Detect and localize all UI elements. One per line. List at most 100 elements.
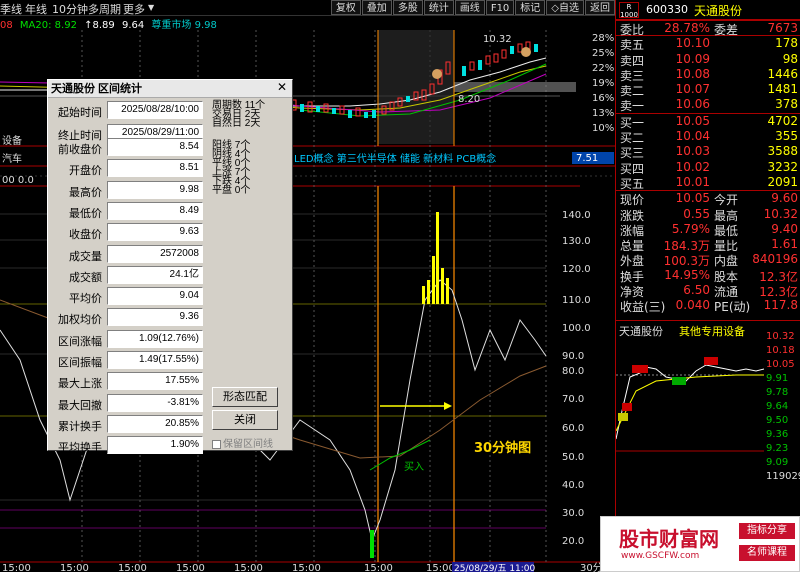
stat-field-label: 最大上涨 — [58, 378, 102, 391]
ma1-value: 08 — [0, 20, 13, 31]
stat-field-value[interactable]: 9.36 — [107, 308, 203, 327]
btn-overlay[interactable]: 叠加 — [361, 0, 392, 15]
bid-row[interactable]: 买三 10.03 3588 — [616, 144, 800, 160]
r-badge: R 1000 — [619, 2, 639, 19]
stat-field-label: 最大回撤 — [58, 399, 102, 412]
stat-field-value[interactable]: -3.81% — [107, 393, 203, 412]
stat-field-value[interactable]: 1.09(12.76%) — [107, 329, 203, 348]
svg-text:25%: 25% — [592, 48, 614, 59]
stat-field-label: 最低价 — [69, 207, 102, 220]
concept-line[interactable]: LED概念 第三代半导体 储能 新材料 PCB概念 — [294, 152, 496, 165]
stat-field-label: 起始时间 — [58, 107, 102, 119]
btn-f10[interactable]: F10 — [485, 0, 515, 15]
btn-stats[interactable]: 统计 — [423, 0, 454, 15]
stat-field-value[interactable]: 1.49(17.55%) — [107, 351, 203, 369]
volume-axis: 140.0 130.0 120.0 110.0 100.0 90.0 80.0 … — [562, 210, 591, 547]
tab-season[interactable]: 季线 — [0, 1, 22, 17]
mini-price-label: 10.18 — [766, 345, 795, 356]
ask-row[interactable]: 卖四 10.09 98 — [616, 52, 800, 68]
pattern-match-button[interactable]: 形态匹配 — [212, 387, 278, 407]
stat-field-value[interactable]: 1.90% — [107, 436, 203, 455]
coin-icon — [521, 47, 531, 57]
svg-text:90.0: 90.0 — [562, 351, 584, 362]
mini-price-label: 10.32 — [766, 331, 795, 342]
svg-text:28%: 28% — [592, 33, 614, 44]
zero-label: 00 0.0 — [2, 175, 34, 186]
ask-row[interactable]: 卖一 10.06 378 — [616, 97, 800, 113]
pct-axis: 28% 25% 22% 19% 16% 13% 10% — [592, 33, 614, 134]
stat-field-value[interactable]: 20.85% — [107, 414, 203, 433]
bid-row[interactable]: 买五 10.01 2091 — [616, 175, 800, 191]
quote-stat-row: 净资 6.50 流通 12.3亿 — [620, 283, 798, 300]
site-watermark: 股市财富网 www.GSCFW.com 指标分享 名师课程 — [600, 516, 800, 572]
buy-signal-label: 买入 — [404, 461, 424, 473]
svg-text:110.0: 110.0 — [562, 295, 591, 306]
dialog-title-bar[interactable]: 天通股份 区间统计 ✕ — [48, 80, 292, 98]
intraday-mini-chart[interactable]: 天通股份 其他专用设备 10.32 10.18 10.05 9.91 9.78 9.64 9… — [616, 320, 800, 510]
svg-text:22%: 22% — [592, 63, 614, 74]
stat-field-label: 加权均价 — [58, 314, 102, 327]
stat-field-value[interactable]: 9.63 — [107, 223, 203, 242]
interval-stats-dialog[interactable]: 天通股份 区间统计 ✕ 起始时间 2025/08/28/10:00 终止时间 2025… — [47, 79, 293, 455]
btn-watchlist[interactable]: ◇自选 — [546, 0, 584, 15]
mini-price-label: 9.64 — [766, 401, 789, 412]
tab-10min[interactable]: 10分钟 — [52, 1, 88, 17]
stat-field-value[interactable]: 8.54 — [107, 138, 203, 156]
watermark-logo: 股市财富网 — [619, 527, 719, 551]
industry-text: 设备 — [2, 134, 22, 147]
keep-interval-checkbox[interactable]: 保留区间线 — [212, 435, 273, 450]
concept-left: 汽车 — [2, 152, 22, 165]
btn-multi-stock[interactable]: 多股 — [392, 0, 423, 15]
quote-stat-row: 收益(三) 0.040 PE(动) 117.8 — [620, 298, 798, 315]
bid-row[interactable]: 买四 10.02 3232 — [616, 160, 800, 176]
stat-field-label: 区间涨幅 — [58, 335, 102, 348]
svg-text:50.0: 50.0 — [562, 452, 584, 463]
quote-stat-row: 现价 10.05 今开 9.60 — [620, 191, 798, 208]
ask-row[interactable]: 卖五 10.10 178 — [616, 36, 800, 52]
svg-text:100.0: 100.0 — [562, 323, 591, 334]
svg-text:70.0: 70.0 — [562, 394, 584, 405]
btn-back[interactable]: 返回 — [585, 0, 615, 15]
btn-draw-line[interactable]: 画线 — [454, 0, 485, 15]
watermark-url: www.GSCFW.com — [621, 551, 700, 561]
stat-field-value[interactable]: 8.51 — [107, 159, 203, 178]
more-dropdown-icon[interactable]: ▼ — [148, 3, 154, 12]
stat-field-value[interactable]: 9.04 — [107, 287, 203, 306]
svg-text:16%: 16% — [592, 93, 614, 104]
close-icon[interactable]: ✕ — [275, 81, 289, 95]
tab-multi-period[interactable]: 多周期 — [88, 1, 121, 17]
stock-name: 天通股份 — [694, 4, 743, 18]
stat-field-value[interactable]: 17.55% — [107, 372, 203, 391]
svg-text:15:00: 15:00 — [176, 563, 205, 572]
price-high-label: 10.32 — [483, 34, 512, 45]
dialog-title: 天通股份 区间统计 — [51, 83, 143, 95]
chart-note: 30分钟图 — [474, 440, 531, 456]
concept-value: 7.51 — [576, 153, 598, 164]
stat-field-value[interactable]: 9.98 — [107, 180, 203, 199]
bid-row[interactable]: 买二 10.04 355 — [616, 129, 800, 145]
stat-field-label: 平均价 — [69, 293, 102, 306]
stat-field-value[interactable]: 2572008 — [107, 244, 203, 263]
tab-more[interactable]: 更多 — [123, 1, 145, 17]
svg-text:130.0: 130.0 — [562, 236, 591, 247]
svg-text:10%: 10% — [592, 123, 614, 134]
btn-mark[interactable]: 标记 — [515, 0, 546, 15]
close-button[interactable]: 关闭 — [212, 410, 278, 430]
svg-text:15:00: 15:00 — [2, 563, 31, 572]
watermark-tag-course: 名师课程 — [739, 545, 795, 561]
stat-field-value[interactable]: 2025/08/28/10:00 — [107, 101, 203, 119]
svg-text:15:00: 15:00 — [234, 563, 263, 572]
stat-field-value[interactable]: 8.49 — [107, 201, 203, 220]
tab-year[interactable]: 年线 — [25, 1, 47, 17]
stat-field-label: 收盘价 — [69, 229, 102, 242]
btn-fuquan[interactable]: 复权 — [330, 0, 361, 15]
svg-text:140.0: 140.0 — [562, 210, 591, 221]
stat-field-value[interactable]: 24.1亿 — [107, 265, 203, 284]
ask-row[interactable]: 卖三 10.08 1446 — [616, 67, 800, 83]
bid-row[interactable]: 买一 10.05 4702 — [616, 114, 800, 130]
mini-price-label: 9.91 — [766, 373, 789, 384]
ask-row[interactable]: 卖二 10.07 1481 — [616, 82, 800, 98]
time-axis: 15:00 15:00 15:00 15:00 15:00 15:00 15:0… — [2, 563, 455, 572]
stat-field-label: 区间振幅 — [58, 357, 102, 369]
quote-stat-row: 外盘 100.3万 内盘 840196 — [620, 252, 798, 269]
